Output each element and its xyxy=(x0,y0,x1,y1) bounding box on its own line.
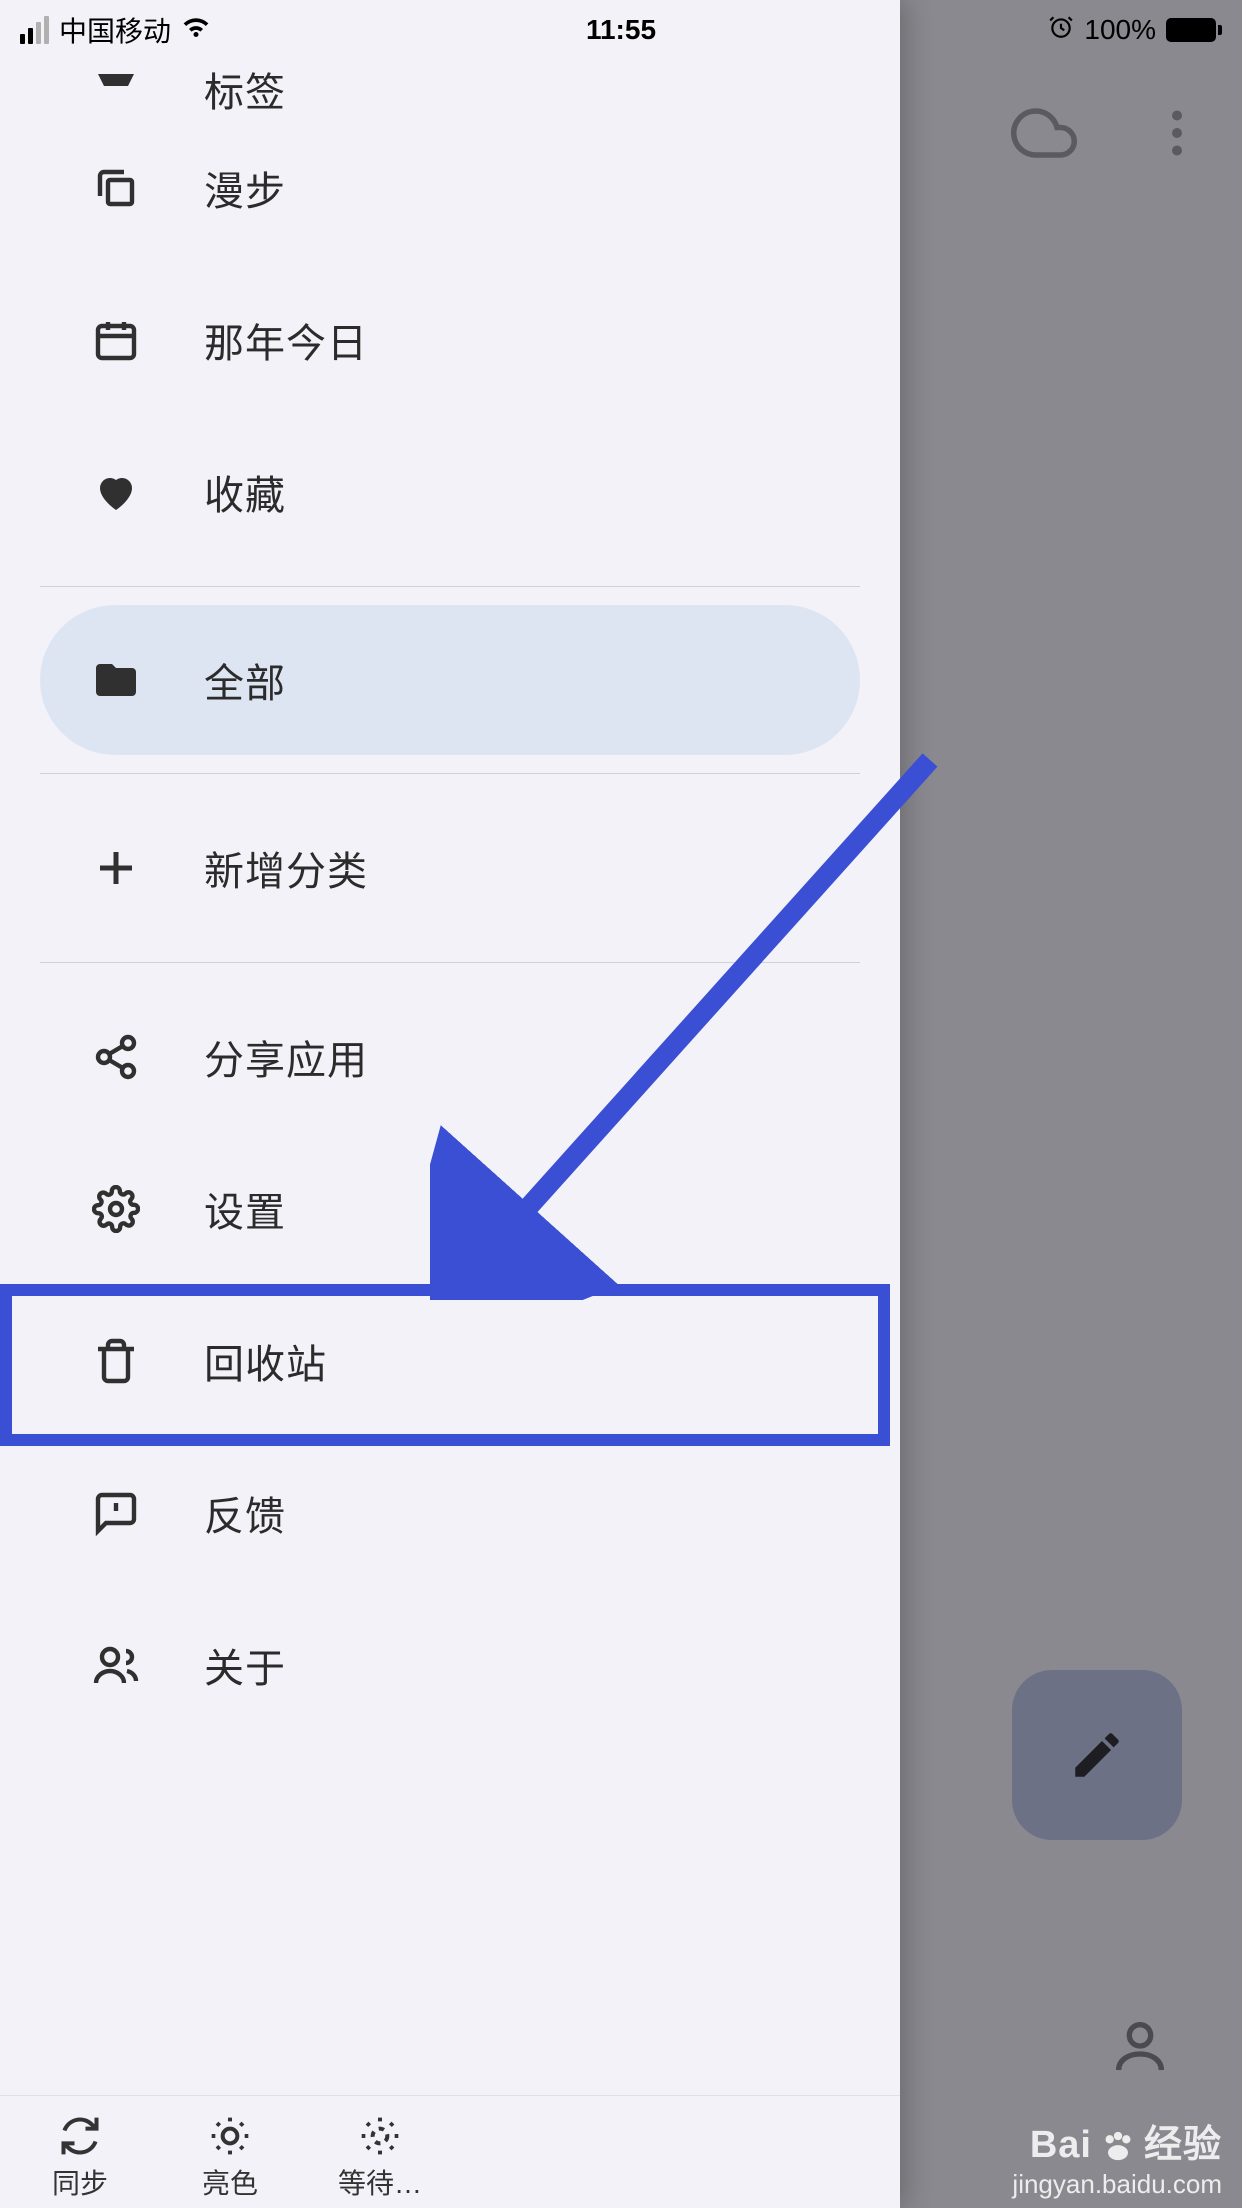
signal-icon xyxy=(20,16,49,44)
more-vertical-icon[interactable] xyxy=(1147,103,1207,168)
divider xyxy=(40,962,860,963)
tag-icon xyxy=(88,60,144,112)
drawer-scroll[interactable]: 标签 漫步 那年今日 收藏 全部 xyxy=(0,60,900,2095)
paw-icon xyxy=(1098,2126,1138,2166)
battery-percent: 100% xyxy=(1084,14,1156,46)
calendar-icon xyxy=(88,312,144,368)
divider xyxy=(40,586,860,587)
drawer-item-all[interactable]: 全部 xyxy=(40,605,860,755)
brightness-icon xyxy=(358,2114,402,2158)
drawer-item-label: 关于 xyxy=(204,1636,286,1694)
bg-top-actions xyxy=(1011,100,1207,171)
person-icon xyxy=(1108,2014,1172,2078)
drawer-item-label: 漫步 xyxy=(204,159,286,217)
heart-icon xyxy=(88,464,144,520)
drawer-item-label: 全部 xyxy=(204,651,286,709)
bottom-btn-label: 同步 xyxy=(52,2162,108,2202)
drawer-item-about[interactable]: 关于 xyxy=(0,1589,900,1741)
drawer-item-wander[interactable]: 漫步 xyxy=(0,112,900,264)
drawer-bottom-toolbar: 同步 亮色 等待… xyxy=(0,2095,900,2208)
drawer-item-label: 新增分类 xyxy=(204,839,368,897)
pages-icon xyxy=(88,160,144,216)
bottom-btn-label: 亮色 xyxy=(202,2162,258,2202)
trash-icon xyxy=(88,1333,144,1389)
drawer-item-label: 分享应用 xyxy=(204,1028,368,1086)
gear-icon xyxy=(88,1181,144,1237)
sync-icon xyxy=(58,2114,102,2158)
plus-icon xyxy=(88,840,144,896)
share-icon xyxy=(88,1029,144,1085)
status-time: 11:55 xyxy=(586,14,656,46)
carrier-label: 中国移动 xyxy=(59,10,171,50)
drawer-item-favorites[interactable]: 收藏 xyxy=(0,416,900,568)
wifi-icon xyxy=(181,12,211,49)
drawer-item-feedback[interactable]: 反馈 xyxy=(0,1437,900,1589)
divider xyxy=(40,773,860,774)
drawer-item-label: 回收站 xyxy=(204,1332,327,1390)
theme-button[interactable]: 亮色 xyxy=(160,2114,300,2202)
drawer-item-on-this-day[interactable]: 那年今日 xyxy=(0,264,900,416)
sun-icon xyxy=(208,2114,252,2158)
battery-icon xyxy=(1166,18,1222,42)
watermark: Bai 经验 jingyan.baidu.com xyxy=(1012,2123,1222,2200)
alarm-icon xyxy=(1048,14,1074,47)
bg-profile-tab[interactable] xyxy=(1108,2014,1172,2078)
people-icon xyxy=(88,1637,144,1693)
drawer-item-add-category[interactable]: 新增分类 xyxy=(0,792,900,944)
status-bar: 中国移动 11:55 100% xyxy=(0,0,1242,60)
drawer-item-label: 收藏 xyxy=(204,463,286,521)
drawer-item-settings[interactable]: 设置 xyxy=(0,1133,900,1285)
drawer-item-label: 标签 xyxy=(204,60,286,112)
wait-button[interactable]: 等待… xyxy=(310,2114,450,2202)
navigation-drawer: 标签 漫步 那年今日 收藏 全部 xyxy=(0,0,900,2208)
feedback-icon xyxy=(88,1485,144,1541)
drawer-item-tags[interactable]: 标签 xyxy=(0,60,900,112)
watermark-text: Bai xyxy=(1030,2123,1092,2169)
drawer-item-label: 设置 xyxy=(204,1180,286,1238)
sync-button[interactable]: 同步 xyxy=(10,2114,150,2202)
watermark-text: 经验 xyxy=(1144,2123,1222,2169)
drawer-item-label: 反馈 xyxy=(204,1484,286,1542)
cloud-icon[interactable] xyxy=(1011,100,1077,171)
drawer-item-share-app[interactable]: 分享应用 xyxy=(0,981,900,1133)
watermark-url: jingyan.baidu.com xyxy=(1012,2169,1222,2200)
pencil-icon xyxy=(1068,1726,1126,1784)
bottom-btn-label: 等待… xyxy=(338,2162,422,2202)
new-note-fab[interactable] xyxy=(1012,1670,1182,1840)
folder-icon xyxy=(88,652,144,708)
drawer-item-recycle[interactable]: 回收站 xyxy=(0,1285,900,1437)
drawer-item-label: 那年今日 xyxy=(204,311,368,369)
